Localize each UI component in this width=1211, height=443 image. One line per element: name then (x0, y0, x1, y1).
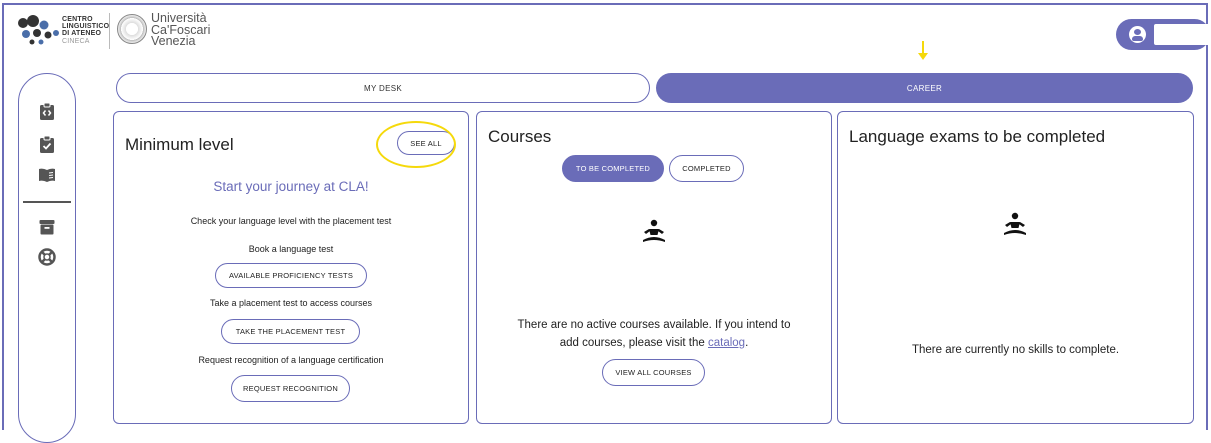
courses-empty-prefix: add courses, please visit the (559, 337, 708, 349)
meditation-icon (643, 219, 665, 242)
sidebar (18, 73, 76, 443)
annotation-arrow-down-icon (918, 41, 928, 60)
clipboard-check-icon[interactable] (38, 135, 56, 153)
recognition-text: Request recognition of a language certif… (198, 355, 384, 365)
courses-empty-suffix: . (745, 337, 749, 349)
placement-test-text: Take a placement test to access courses (209, 298, 373, 308)
university-seal-icon (117, 14, 147, 44)
journey-heading: Start your journey at CLA! (213, 179, 369, 194)
minimum-level-title: Minimum level (125, 135, 234, 154)
courses-card: Courses TO BE COMPLETED COMPLETED There … (476, 111, 832, 424)
meditation-icon (1004, 212, 1026, 235)
courses-title: Courses (488, 127, 552, 146)
tab-career[interactable]: CAREER (656, 73, 1193, 103)
sidebar-separator (23, 201, 71, 203)
language-exams-card: Language exams to be completed There are… (837, 111, 1194, 424)
header: CENTRO LINGUISTICO DI ATENEO CINECA Univ… (0, 0, 1211, 58)
tab-my-desk[interactable]: MY DESK (116, 73, 650, 103)
user-menu-button[interactable] (1116, 19, 1210, 50)
user-icon (1129, 26, 1146, 43)
see-all-button[interactable]: SEE ALL (397, 131, 455, 155)
take-placement-test-button[interactable]: TAKE THE PLACEMENT TEST (221, 319, 360, 344)
lifebuoy-icon[interactable] (38, 248, 56, 266)
courses-empty-line2: add courses, please visit the catalog. (477, 337, 831, 349)
language-exams-title: Language exams to be completed (849, 127, 1106, 146)
book-test-text: Book a language test (248, 244, 334, 254)
to-be-completed-toggle[interactable]: TO BE COMPLETED (562, 155, 664, 182)
archive-icon[interactable] (38, 218, 56, 236)
user-name-field (1154, 24, 1210, 45)
logo-divider (109, 13, 110, 49)
university-name: Università Ca'Foscari Venezia (151, 11, 211, 48)
check-level-text: Check your language level with the place… (190, 216, 392, 226)
request-recognition-button[interactable]: REQUEST RECOGNITION (231, 375, 350, 402)
completed-toggle[interactable]: COMPLETED (669, 155, 744, 182)
exams-empty-text: There are currently no skills to complet… (911, 344, 1120, 356)
courses-empty-line1: There are no active courses available. I… (517, 319, 791, 331)
book-icon[interactable] (38, 166, 56, 184)
catalog-link[interactable]: catalog (708, 337, 745, 349)
cla-name: CENTRO LINGUISTICO DI ATENEO CINECA (62, 16, 110, 45)
available-proficiency-tests-button[interactable]: AVAILABLE PROFICIENCY TESTS (215, 263, 367, 288)
cla-logo-icon (18, 15, 59, 45)
tab-bar: MY DESK CAREER (116, 73, 1193, 103)
clipboard-code-icon[interactable] (38, 102, 56, 120)
view-all-courses-button[interactable]: VIEW ALL COURSES (602, 359, 705, 386)
minimum-level-card: Minimum level SEE ALL Start your journey… (113, 111, 469, 424)
